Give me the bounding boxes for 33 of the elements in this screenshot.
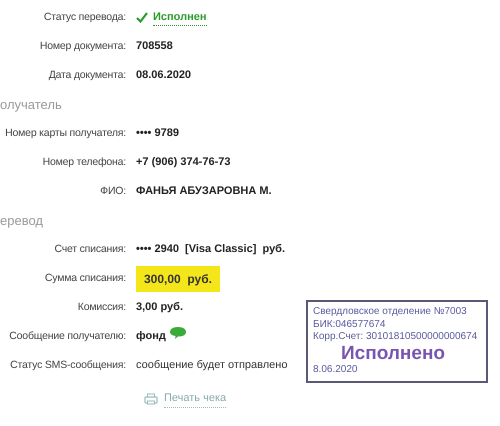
field-label: ФИО: — [99, 184, 127, 199]
field-value: ФАНЬЯ АБУЗАРОВНА М. — [136, 184, 272, 200]
check-icon — [136, 12, 148, 23]
amount-value: 300,00 руб. — [136, 266, 220, 292]
stamp-status: Исполнено — [341, 344, 446, 364]
field-label: Дата документа: — [48, 68, 127, 83]
section-heading: еревод — [0, 212, 43, 230]
field-value: 08.06.2020 — [136, 68, 192, 84]
field-label: Комиссия: — [76, 300, 127, 315]
field-value: +7 (906) 374-76-73 — [136, 155, 230, 170]
stamp-date: 8.06.2020 — [313, 364, 358, 377]
field-label: Статус SMS-сообщения: — [9, 358, 127, 373]
field-label: Номер карты получателя: — [4, 126, 127, 141]
print-receipt-link[interactable]: Печать чека — [144, 390, 226, 408]
field-value: 708558 — [136, 39, 173, 54]
printer-icon — [144, 392, 158, 405]
field-value: сообщение будет отправлено — [136, 358, 288, 374]
field-label: Номер документа: — [38, 38, 127, 54]
stamp-text: Корр.Счет: 30101810500000000674 — [313, 331, 478, 344]
stamp-text: Свердловское отделение №7003 — [313, 306, 468, 318]
section-heading: олучатель — [0, 96, 62, 114]
field-label: Номер телефона: — [42, 154, 127, 170]
status-link[interactable]: Исполнен — [153, 8, 207, 26]
field-label: Сумма списания: — [44, 270, 127, 286]
stamp-text: БИК:046577674 — [313, 318, 386, 331]
field-value: 3,00 руб. — [136, 300, 184, 316]
speech-bubble-icon — [168, 326, 187, 340]
field-label: Счет списания: — [53, 242, 127, 257]
field-label: Сообщение получателю: — [8, 328, 127, 344]
field-label: Статус перевода: — [42, 10, 127, 25]
field-value: •••• 9789 — [136, 126, 179, 142]
field-value: •••• 2940 [Visa Classic] руб. — [136, 242, 286, 258]
field-value: фонд — [136, 329, 166, 344]
